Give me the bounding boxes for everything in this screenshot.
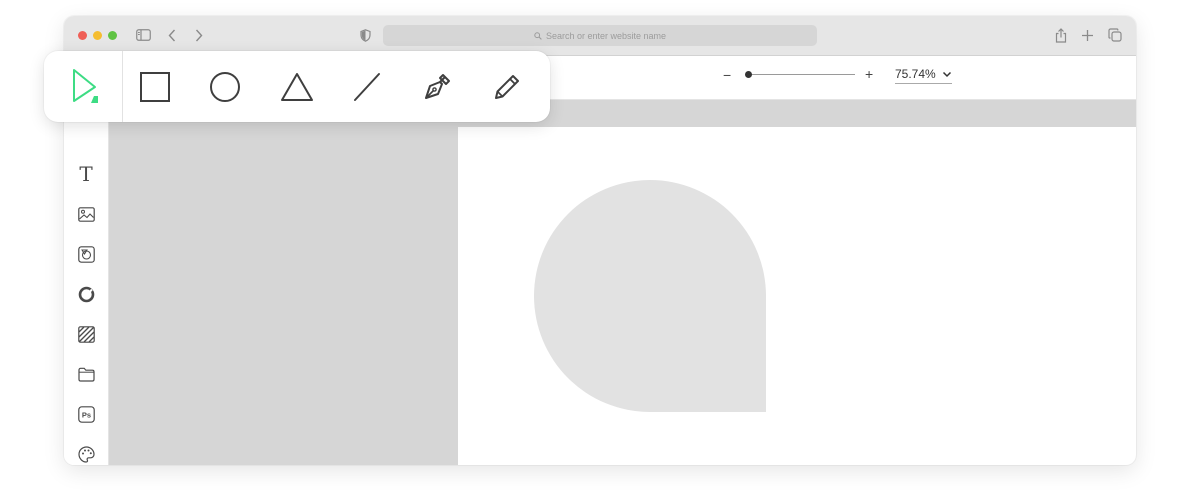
zoom-slider-track[interactable] [747,74,855,75]
zoom-out-button[interactable]: − [723,68,731,82]
search-icon [534,31,542,40]
zoom-in-button[interactable]: + [865,67,873,81]
pen-nib-icon[interactable] [418,68,456,106]
url-bar[interactable]: Search or enter website name [383,25,817,46]
share-icon[interactable] [1054,26,1068,44]
forward-icon[interactable] [192,27,206,43]
ps-file-icon[interactable]: Ps [75,403,97,425]
teardrop-shape[interactable] [534,180,766,412]
tabs-overview-icon[interactable] [1107,27,1123,43]
maximize-window-button[interactable] [108,31,117,40]
close-window-button[interactable] [78,31,87,40]
ring-icon[interactable] [75,283,97,305]
triangle-icon[interactable] [278,68,316,106]
zoom-slider-handle[interactable] [745,71,752,78]
text-tool[interactable]: T [75,163,97,185]
zoom-level-value: 75.74% [895,67,936,81]
zoom-level-dropdown[interactable]: 75.74% [895,67,952,84]
url-placeholder: Search or enter website name [545,30,667,41]
sidebar-toggle-icon[interactable] [135,27,151,43]
back-icon[interactable] [165,27,179,43]
browser-titlebar: Search or enter website name [64,16,1136,56]
canvas-workspace[interactable] [109,100,1136,465]
hatch-icon[interactable] [75,323,97,345]
sticker-icon[interactable] [75,243,97,265]
image-icon[interactable] [75,203,97,225]
square-icon[interactable] [136,68,174,106]
ps-file-label: Ps [81,410,90,419]
circle-icon[interactable] [206,68,244,106]
shield-icon[interactable] [358,27,372,43]
folder-icon[interactable] [75,363,97,385]
line-icon[interactable] [348,68,386,106]
pencil-icon[interactable] [488,68,526,106]
toolbar-divider [122,51,123,122]
chevron-down-icon [942,71,952,78]
pointer-arrow-icon[interactable] [64,68,102,106]
drawing-tools-toolbar [44,51,550,122]
new-tab-icon[interactable] [1079,27,1095,43]
palette-icon[interactable] [75,443,97,465]
left-tool-sidebar: T Ps [64,100,109,465]
minimize-window-button[interactable] [93,31,102,40]
artboard[interactable] [458,127,1136,465]
